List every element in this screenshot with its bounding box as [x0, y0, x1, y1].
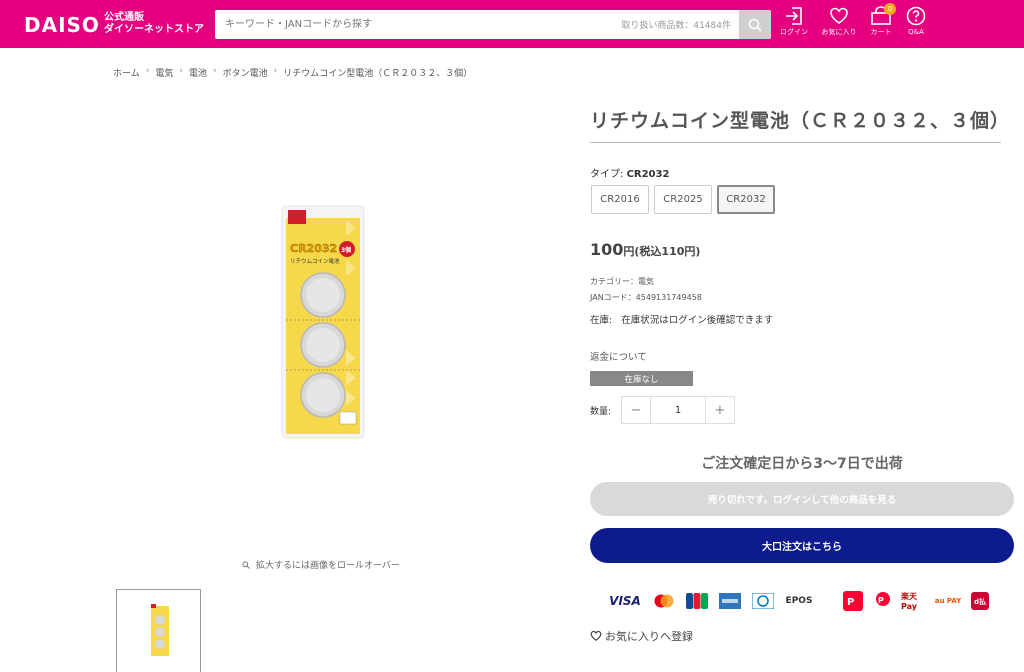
mastercard-icon — [654, 594, 674, 608]
type-label-value: CR2032 — [626, 169, 670, 180]
breadcrumb: ホーム › 電気 › 電池 › ボタン電池 › リチウムコイン型電池（ＣＲ２０３２、３個… — [113, 66, 472, 79]
breadcrumb-home[interactable]: ホーム — [113, 66, 140, 79]
package-count: 3個 — [341, 246, 351, 254]
zoom-hint-text: 拡大するには画像をロールオーバー — [256, 561, 400, 571]
zoom-hint: 拡大するには画像をロールオーバー — [242, 558, 400, 571]
svg-text:P: P — [878, 596, 884, 605]
package-model: CR2032 — [290, 242, 337, 255]
title-divider — [590, 142, 1001, 143]
mastercard-logo — [651, 588, 677, 614]
chevron-right-icon: › — [273, 66, 278, 76]
diners-icon — [752, 593, 774, 609]
qa-label: Q&A — [908, 28, 924, 36]
breadcrumb-button-battery[interactable]: ボタン電池 — [223, 66, 268, 79]
search-bar: 取り扱い商品数：41484件 — [215, 10, 771, 39]
variant-cr2032-button[interactable]: CR2032 — [717, 185, 775, 214]
add-to-favorites-link[interactable]: お気に入りへ登録 — [590, 628, 693, 644]
thumbnail-image — [151, 604, 169, 656]
paypay-card-logo: P — [873, 588, 893, 614]
jcb-logo — [685, 588, 709, 614]
favorites-button[interactable]: お気に入り — [821, 6, 857, 46]
login-icon — [786, 7, 802, 25]
quantity-input[interactable]: 1 — [650, 397, 706, 423]
out-of-stock-badge: 在庫なし — [590, 371, 693, 386]
product-title: リチウムコイン型電池（ＣＲ２０３２、３個） — [590, 110, 1011, 132]
product-main-image[interactable]: CR2032 3個 リチウムコイン電池 — [118, 100, 538, 540]
rakuten-pay-logo: 楽天Pay — [901, 592, 918, 611]
bulk-order-button[interactable]: 大口注文はこちら — [590, 528, 1014, 563]
breadcrumb-battery[interactable]: 電池 — [189, 66, 207, 79]
logo-sub-line1: 公式通販 — [104, 12, 144, 23]
price: 100円(税込110円) — [590, 240, 700, 259]
paypay-logo: P — [841, 588, 865, 614]
epos-logo: EPOS — [785, 596, 813, 606]
quantity-plus-button[interactable]: + — [706, 397, 734, 423]
logo-sub-line2: ダイソーネットストア — [104, 24, 204, 35]
heart-icon — [830, 7, 848, 24]
chevron-right-icon: › — [179, 66, 183, 76]
price-suffix: 円(税込110円) — [623, 245, 701, 258]
heart-outline-icon — [590, 630, 602, 641]
breadcrumb-electric[interactable]: 電気 — [155, 66, 173, 79]
daiso-logo[interactable]: DAISO — [24, 13, 100, 37]
payment-methods: VISA EPOS P P 楽天Pay au PAY d払 — [605, 588, 1000, 614]
search-input[interactable] — [215, 10, 615, 39]
au-pay-logo: au PAY — [934, 597, 962, 605]
cart-badge: 0 — [884, 3, 896, 15]
diners-logo — [751, 588, 775, 614]
visa-logo: VISA — [609, 594, 641, 608]
cart-button[interactable]: 0 カート — [863, 3, 899, 46]
type-label-prefix: タイプ: — [590, 169, 624, 180]
search-icon — [748, 18, 762, 32]
site-header: DAISO 公式通販 ダイソーネットストア 取り扱い商品数：41484件 ログイ… — [0, 0, 1024, 48]
breadcrumb-current: リチウムコイン型電池（ＣＲ２０３２、３個） — [283, 69, 473, 79]
d-barai-icon: d払 — [971, 592, 989, 610]
svg-text:d払: d払 — [974, 597, 986, 606]
help-icon — [906, 6, 926, 26]
amex-icon — [719, 593, 741, 609]
add-to-favorites-label: お気に入りへ登録 — [605, 630, 693, 643]
jcb-icon — [686, 593, 708, 609]
sold-out-button[interactable]: 売り切れです。ログインして他の商品を見る — [590, 482, 1014, 516]
login-button[interactable]: ログイン — [776, 6, 812, 46]
magnifier-icon — [242, 560, 250, 569]
paypay-icon: P — [843, 591, 863, 611]
jan-code-text: JANコード：4549131749458 — [590, 293, 702, 302]
refund-link[interactable]: 返金について — [590, 349, 647, 363]
quantity-stepper: − 1 + — [621, 396, 735, 424]
quantity-label: 数量: — [590, 407, 612, 417]
d-barai-logo: d払 — [969, 588, 991, 614]
paypay-card-icon: P — [876, 592, 890, 606]
qa-button[interactable]: Q&A — [898, 6, 934, 46]
variant-cr2025-button[interactable]: CR2025 — [654, 185, 712, 214]
product-thumbnail[interactable] — [116, 589, 201, 672]
price-value: 100 — [590, 240, 624, 259]
type-label: タイプ: CR2032 — [590, 165, 669, 180]
category-text: カテゴリー：電気 — [590, 277, 654, 286]
cart-label: カート — [870, 28, 892, 36]
quantity-minus-button[interactable]: − — [622, 397, 650, 423]
logo-subtitle[interactable]: 公式通販 ダイソーネットストア — [104, 12, 204, 36]
stock-label: 在庫: — [590, 315, 613, 326]
login-label: ログイン — [780, 28, 808, 36]
chevron-right-icon: › — [212, 66, 217, 76]
amex-logo — [718, 588, 742, 614]
chevron-right-icon: › — [145, 66, 150, 76]
item-count: 取り扱い商品数：41484件 — [621, 21, 731, 31]
variant-cr2016-button[interactable]: CR2016 — [591, 185, 649, 214]
stock-line: 在庫: 在庫状況はログイン後確認できます — [590, 312, 773, 326]
svg-text:P: P — [847, 597, 854, 608]
search-button[interactable] — [739, 10, 771, 39]
package-name: リチウムコイン電池 — [290, 257, 340, 265]
battery-package-image: CR2032 3個 リチウムコイン電池 — [281, 205, 365, 439]
favorites-label: お気に入り — [821, 28, 857, 36]
shipping-note: ご注文確定日から3〜7日で出荷 — [701, 456, 903, 472]
stock-text: 在庫状況はログイン後確認できます — [621, 315, 774, 326]
